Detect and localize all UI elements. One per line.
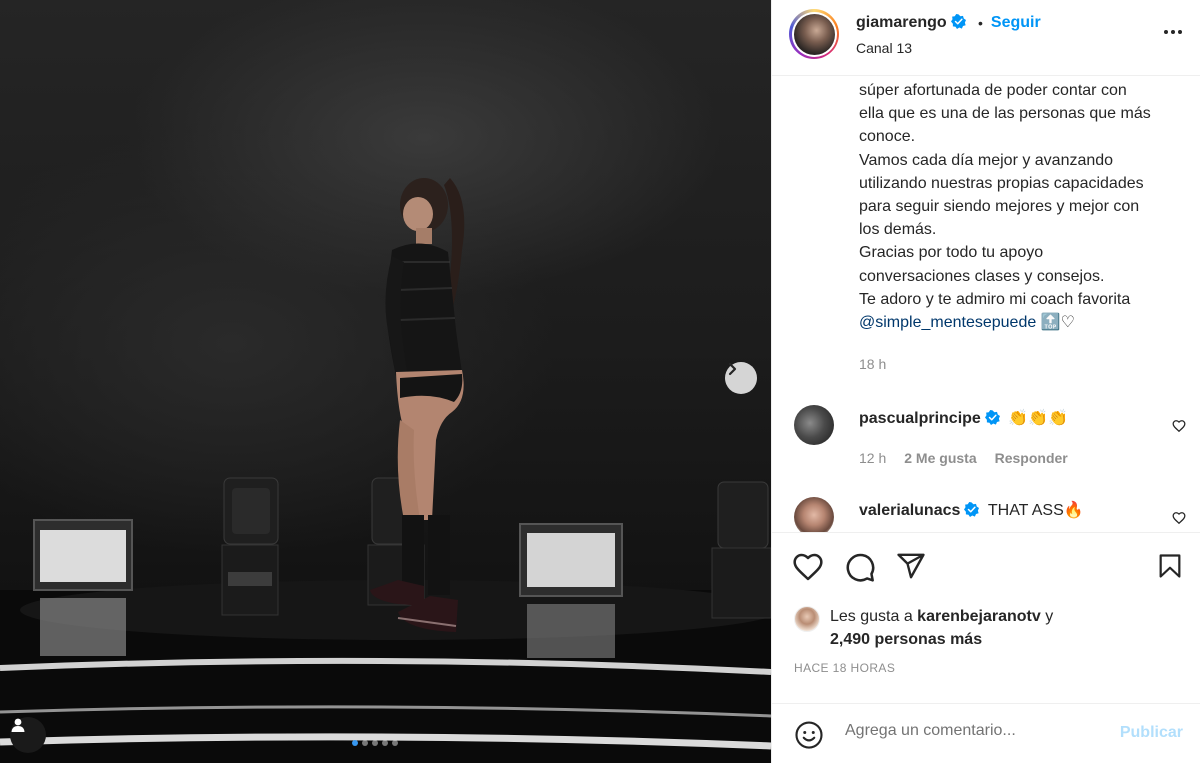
caption-timestamp[interactable]: 18 h xyxy=(859,356,886,372)
caption-mention-link[interactable]: @simple_mentesepuede xyxy=(859,314,1036,331)
carousel-dot xyxy=(382,740,388,746)
post-location[interactable]: Canal 13 xyxy=(856,40,912,56)
liker-avatar[interactable] xyxy=(794,606,820,632)
comment-text: 👏👏👏 xyxy=(1008,410,1069,427)
likes-others-link[interactable]: 2,490 personas más xyxy=(830,631,982,648)
verified-badge-icon xyxy=(950,14,966,29)
stage-light-right xyxy=(519,523,623,658)
comment-username[interactable]: valerialunacs xyxy=(859,502,960,519)
carousel-dot xyxy=(362,740,368,746)
comment-bubble-icon[interactable] xyxy=(844,551,876,583)
emoji-smiley-icon[interactable] xyxy=(794,720,824,750)
likes-connector: y xyxy=(1040,608,1054,625)
next-photo-button[interactable] xyxy=(725,362,757,394)
carousel-dot xyxy=(392,740,398,746)
save-bookmark-icon[interactable] xyxy=(1156,551,1184,581)
follow-button[interactable]: Seguir xyxy=(991,14,1041,32)
comment-reply-button[interactable]: Responder xyxy=(995,450,1068,466)
person-icon xyxy=(11,718,25,732)
comment-username[interactable]: pascualprincipe xyxy=(859,410,981,427)
liker-username[interactable]: karenbejaranotv xyxy=(917,608,1041,625)
publish-button[interactable]: Publicar xyxy=(1120,724,1183,742)
likes-prefix: Les gusta a xyxy=(830,608,918,625)
post-header: giamarengo • Seguir Canal 13 xyxy=(772,0,1200,76)
stage-light-left xyxy=(33,519,133,656)
author-username[interactable]: giamarengo xyxy=(856,14,947,31)
caption-emoji: 🔝♡ xyxy=(1036,314,1075,332)
post-side-panel: giamarengo • Seguir Canal 13 súper afort… xyxy=(771,0,1200,763)
carousel-dot xyxy=(372,740,378,746)
post-media[interactable] xyxy=(0,0,771,763)
carousel-dot xyxy=(352,740,358,746)
moving-head-right xyxy=(711,481,771,619)
stage-photo xyxy=(0,178,771,763)
chevron-right-icon xyxy=(728,362,737,376)
tagged-users-button[interactable] xyxy=(10,717,46,753)
comment-meta: 12 h 2 Me gusta Responder xyxy=(859,450,1068,466)
share-paper-plane-icon[interactable] xyxy=(896,551,926,581)
post-timestamp[interactable]: HACE 18 HORAS xyxy=(794,661,895,675)
comment-avatar[interactable] xyxy=(794,405,834,445)
carousel-indicator xyxy=(352,740,398,746)
comment-like-heart-icon[interactable] xyxy=(1172,511,1186,525)
post-caption: súper afortunada de poder contar con ell… xyxy=(859,79,1184,334)
add-comment-bar: Publicar xyxy=(772,703,1200,763)
comment-time[interactable]: 12 h xyxy=(859,450,886,466)
comment-avatar[interactable] xyxy=(794,497,834,532)
comment-input[interactable] xyxy=(845,722,1105,740)
comment-text: THAT ASS🔥 xyxy=(987,502,1084,519)
comment-like-heart-icon[interactable] xyxy=(1172,419,1186,433)
comments-scroll-area[interactable]: súper afortunada de poder contar con ell… xyxy=(772,77,1200,532)
caption-text: súper afortunada de poder contar con ell… xyxy=(859,82,1151,308)
like-heart-icon[interactable] xyxy=(792,551,824,583)
verified-badge-icon xyxy=(984,410,1000,425)
comment-likes[interactable]: 2 Me gusta xyxy=(904,450,976,466)
likes-summary: Les gusta a karenbejaranotv y 2,490 pers… xyxy=(794,605,1053,651)
author-avatar[interactable] xyxy=(789,9,839,59)
more-options-icon[interactable] xyxy=(1164,30,1182,34)
header-separator: • xyxy=(978,15,983,31)
verified-badge-icon xyxy=(964,502,980,517)
post-actions: Les gusta a karenbejaranotv y 2,490 pers… xyxy=(772,532,1200,692)
moving-head-left xyxy=(221,477,279,616)
